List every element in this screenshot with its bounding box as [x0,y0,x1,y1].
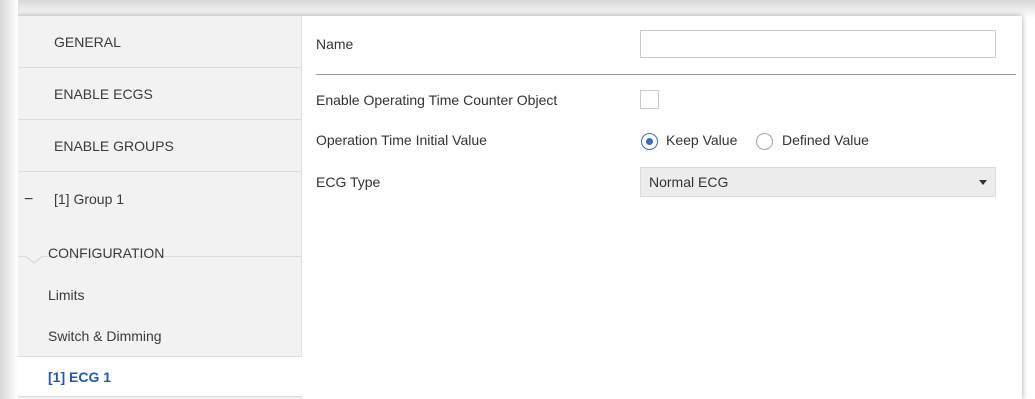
initial-value-label: Operation Time Initial Value [316,132,487,148]
screenshot-frame: GENERAL ENABLE ECGS ENABLE GROUPS − [1] … [0,0,1035,399]
defined-value-radio[interactable] [756,133,773,150]
sidebar-item-general[interactable]: GENERAL [14,16,301,68]
sidebar-item-label: [1] Group 1 [54,191,125,207]
sidebar-item-label: ENABLE ECGS [54,86,153,102]
defined-value-label[interactable]: Defined Value [782,132,869,148]
sidebar-item-enable-groups[interactable]: ENABLE GROUPS [14,120,301,172]
sidebar-item-enable-ecgs[interactable]: ENABLE ECGS [14,68,301,120]
parameter-panel: Name Enable Operating Time Counter Objec… [302,16,1022,399]
keep-value-label[interactable]: Keep Value [666,132,737,148]
sidebar-item-group-1[interactable]: − [1] Group 1 [14,173,301,226]
name-input[interactable] [640,30,996,58]
sidebar-item-label: [1] ECG 1 [48,369,112,385]
sidebar-item-label: ENABLE GROUPS [54,138,174,154]
sidebar-item-limits[interactable]: Limits [14,275,301,316]
sidebar-item-label: Switch & Dimming [48,328,162,344]
parameter-window: GENERAL ENABLE ECGS ENABLE GROUPS − [1] … [14,16,1022,399]
name-label: Name [316,36,354,52]
sidebar-item-label: GENERAL [54,34,121,50]
sidebar-item-switch-dimming[interactable]: Switch & Dimming [14,316,301,357]
operating-time-counter-checkbox[interactable] [640,90,659,109]
sidebar-item-ecg-1[interactable]: [1] ECG 1 [14,356,305,397]
counter-label: Enable Operating Time Counter Object [316,92,558,108]
chevron-down-icon [979,180,987,185]
sidebar: GENERAL ENABLE ECGS ENABLE GROUPS − [1] … [14,16,305,399]
ecg-type-select[interactable]: Normal ECG [640,167,996,197]
sidebar-item-configuration[interactable]: CONFIGURATION [14,233,301,274]
keep-value-radio[interactable] [641,133,658,150]
sidebar-item-label: CONFIGURATION [48,245,165,261]
ecg-type-label: ECG Type [316,174,381,190]
minus-icon[interactable]: − [24,173,33,226]
ecg-type-value: Normal ECG [649,174,729,190]
section-divider [316,74,1016,75]
sidebar-item-label: Limits [48,287,85,303]
